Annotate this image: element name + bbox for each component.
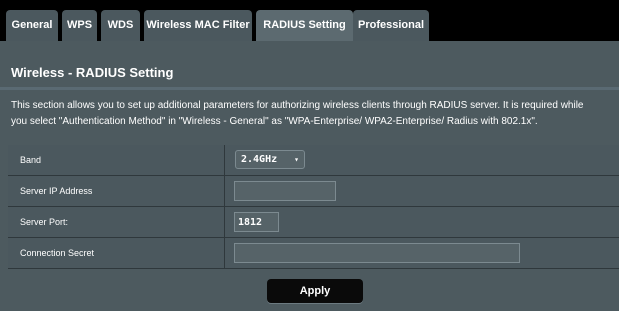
select-caret-icon: ▾ [294,155,299,164]
page-title: Wireless - RADIUS Setting [11,65,174,80]
server-port-row: Server Port: [8,207,619,238]
tab-wps[interactable]: WPS [62,10,97,41]
tab-radius-setting[interactable]: RADIUS Setting [256,10,353,41]
tab-wireless-mac-filter[interactable]: Wireless MAC Filter [144,10,252,41]
title-divider [0,87,619,90]
description-line-2: you select "Authentication Method" in "W… [11,116,538,127]
connection-secret-input[interactable] [234,243,520,263]
server-port-input[interactable] [234,212,279,232]
server-port-label: Server Port: [8,207,224,237]
tab-professional[interactable]: Professional [353,10,429,41]
connection-secret-row: Connection Secret [8,238,619,269]
tab-bar: General WPS WDS Wireless MAC Filter RADI… [0,0,619,41]
tab-general[interactable]: General [6,10,58,41]
band-selected-value: 2.4GHz [241,154,278,165]
page-frame: General WPS WDS Wireless MAC Filter RADI… [0,0,619,311]
radius-settings-table: Band 2.4GHz ▾ Server IP Address Server P… [8,145,619,269]
header: Wireless - RADIUS Setting [0,41,619,87]
server-ip-input[interactable] [234,181,336,201]
server-port-cell [225,207,619,237]
apply-button[interactable]: Apply [267,279,363,303]
page-description: This section allows you to set up additi… [11,98,619,130]
tab-wds[interactable]: WDS [101,10,140,41]
server-ip-row: Server IP Address [8,176,619,207]
connection-secret-cell [225,238,619,268]
server-ip-cell [225,176,619,206]
band-row: Band 2.4GHz ▾ [8,145,619,176]
band-select[interactable]: 2.4GHz ▾ [235,150,305,169]
description-line-1: This section allows you to set up additi… [11,100,584,111]
connection-secret-label: Connection Secret [8,238,224,268]
band-cell: 2.4GHz ▾ [225,145,619,175]
server-ip-label: Server IP Address [8,176,224,206]
band-label: Band [8,145,224,175]
